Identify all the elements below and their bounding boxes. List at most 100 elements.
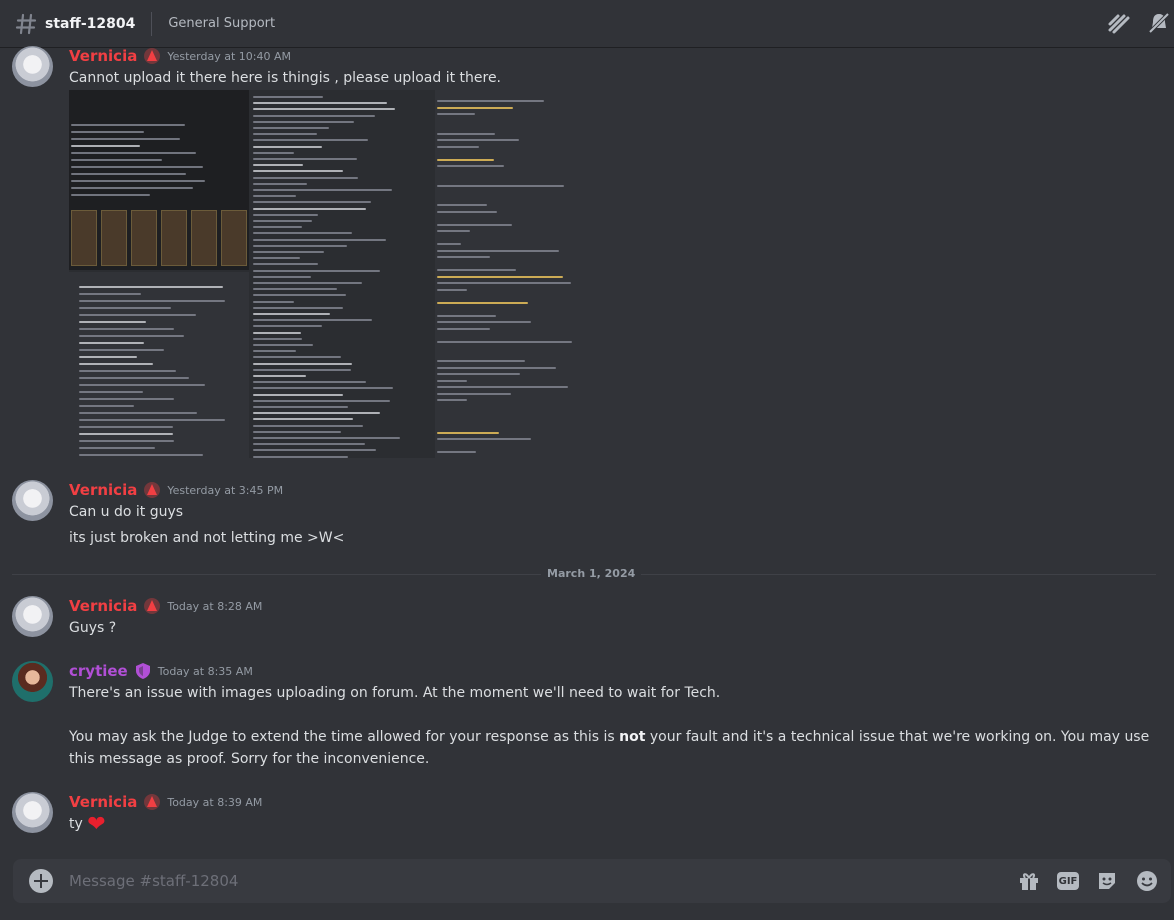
attachment-text-line	[437, 210, 497, 213]
gift-icon[interactable]	[1017, 869, 1041, 893]
attachment-text-line	[71, 166, 204, 168]
attachment-text-line	[253, 282, 362, 284]
emoji-icon[interactable]	[1135, 869, 1159, 893]
attachment-text-line	[253, 226, 302, 229]
timestamp[interactable]: Yesterday at 3:45 PM	[167, 484, 283, 497]
avatar[interactable]	[12, 596, 53, 637]
attachment-text-line	[253, 96, 323, 98]
attachment-card	[221, 210, 247, 266]
attachment-text-line	[253, 133, 317, 136]
timestamp[interactable]: Today at 8:35 AM	[158, 665, 253, 678]
attachment-text-line	[79, 356, 137, 358]
timestamp[interactable]: Today at 8:28 AM	[167, 600, 262, 613]
hashtag-icon	[15, 13, 37, 34]
date-divider-label: March 1, 2024	[541, 567, 642, 580]
attachment-text-line	[253, 151, 294, 154]
attachment-text-line	[253, 182, 307, 185]
channel-topic[interactable]: General Support	[168, 16, 275, 31]
attachment-text-line	[79, 370, 177, 372]
attachment-text-line	[253, 189, 392, 191]
attachment-text-line	[79, 377, 190, 379]
attachment-text-line	[253, 437, 400, 439]
attachment-text-line	[437, 230, 470, 232]
username[interactable]: Vernicia	[69, 481, 137, 499]
timestamp[interactable]: Today at 8:39 AM	[167, 796, 262, 809]
attachment-text-line	[253, 399, 391, 402]
message-text: this message as proof. Sorry for the inc…	[69, 751, 430, 767]
username[interactable]: crytiee	[69, 662, 128, 680]
message-text: your fault and it's a technical issue th…	[645, 729, 1150, 745]
attachment-text-line	[437, 431, 499, 434]
attachment-text-line	[71, 159, 163, 161]
attachment-text-line	[437, 340, 573, 343]
attachment-text-line	[253, 406, 348, 408]
role-badge-icon	[144, 598, 161, 614]
attachment-text-line	[253, 207, 366, 210]
attachment-text-line	[253, 114, 376, 117]
attachment-text-line	[437, 438, 531, 440]
username[interactable]: Vernicia	[69, 793, 137, 811]
message-input[interactable]	[69, 859, 929, 903]
header-divider	[151, 11, 153, 36]
attachment-text-line	[437, 399, 468, 401]
attachment-text-line	[437, 301, 528, 304]
attachment-text-line	[79, 384, 205, 386]
attachment-text-line	[79, 398, 175, 400]
gif-button[interactable]: GIF	[1057, 872, 1079, 890]
attachment-text-line	[437, 243, 461, 245]
role-badge-icon	[144, 48, 161, 64]
avatar[interactable]	[12, 46, 53, 87]
shield-role-icon	[135, 663, 150, 679]
avatar[interactable]	[12, 480, 53, 521]
attachment-text-line	[79, 328, 174, 330]
attachment-text-line	[71, 187, 193, 189]
attachment-text-line	[253, 251, 324, 253]
attachment-text-line	[71, 180, 205, 182]
username[interactable]: Vernicia	[69, 597, 137, 615]
attachment-text-line	[437, 184, 565, 187]
message-composer: GIF	[13, 859, 1171, 903]
attachment-text-line	[79, 349, 165, 351]
attachment-text-line	[71, 131, 144, 133]
attachment-text-line	[253, 412, 380, 415]
attachment-text-line	[437, 269, 517, 271]
add-attachment-button[interactable]	[29, 869, 53, 893]
attachment-text-line	[437, 132, 495, 135]
sticker-icon[interactable]	[1095, 869, 1119, 893]
attachment-card	[161, 210, 187, 266]
message-text-line: ty ❤	[69, 812, 106, 837]
attachment-text-line	[253, 331, 302, 334]
avatar[interactable]	[12, 792, 53, 833]
attachment-text-line	[253, 337, 303, 340]
attachment-text-line	[79, 419, 225, 421]
attachment-text-line	[253, 238, 386, 241]
attachment-text-line	[253, 319, 372, 322]
attachment-text-line	[253, 145, 323, 148]
attachment-text-line	[79, 405, 134, 407]
attachment-card	[71, 210, 97, 266]
attachment-text-line	[71, 173, 186, 175]
timestamp[interactable]: Yesterday at 10:40 AM	[167, 50, 291, 63]
attachment-text-line	[253, 424, 363, 427]
attachment-text-line	[437, 360, 526, 362]
attachment-text-line	[437, 249, 560, 252]
message-text-paragraph: You may ask the Judge to extend the time…	[69, 727, 1149, 747]
attachment-card	[191, 210, 217, 266]
avatar[interactable]	[12, 661, 53, 702]
attachment-text-line	[79, 363, 153, 365]
message-text: Guys ?	[69, 620, 117, 636]
heart-emoji-icon[interactable]: ❤	[87, 812, 105, 837]
attachment-text-line	[253, 455, 349, 458]
attachment-text-line	[253, 220, 312, 222]
attachment-text-line	[253, 313, 331, 315]
notification-bell-muted-icon[interactable]	[1146, 10, 1172, 36]
image-attachment[interactable]	[69, 90, 589, 458]
role-badge-icon	[144, 482, 161, 498]
message-text: You may ask the Judge to extend the time…	[69, 729, 620, 745]
username[interactable]: Vernicia	[69, 47, 137, 65]
threads-icon[interactable]	[1106, 10, 1132, 36]
attachment-text-line	[253, 257, 301, 260]
attachment-text-line	[437, 113, 476, 115]
attachment-text-line	[437, 392, 511, 395]
attachment-text-line	[437, 139, 519, 141]
